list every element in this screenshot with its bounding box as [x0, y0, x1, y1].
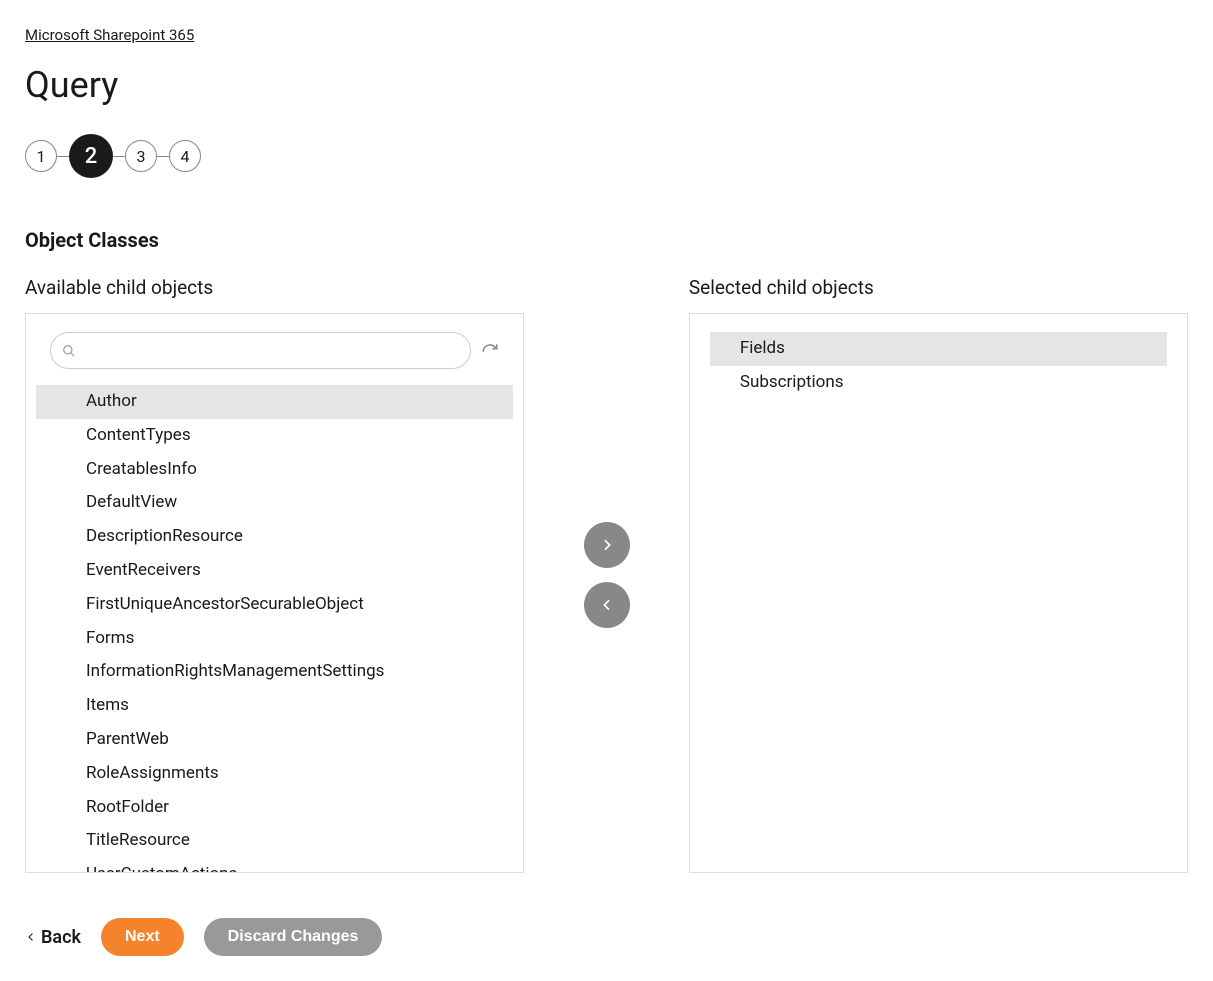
list-item[interactable]: InformationRightsManagementSettings: [36, 655, 513, 689]
list-item[interactable]: Forms: [36, 622, 513, 656]
page-title: Query: [25, 64, 1188, 106]
chevron-left-icon: [25, 931, 37, 943]
list-item[interactable]: ParentWeb: [36, 723, 513, 757]
refresh-icon[interactable]: [481, 342, 499, 360]
step-2[interactable]: 2: [69, 134, 113, 178]
selected-label: Selected child objects: [689, 276, 1188, 299]
back-label: Back: [41, 927, 81, 948]
add-button[interactable]: [584, 522, 630, 568]
step-1[interactable]: 1: [25, 140, 57, 172]
dual-list: Available child objects AuthorContentTyp…: [25, 276, 1188, 873]
next-button[interactable]: Next: [101, 918, 184, 956]
list-item[interactable]: FirstUniqueAncestorSecurableObject: [36, 588, 513, 622]
list-item[interactable]: ContentTypes: [36, 419, 513, 453]
available-items: AuthorContentTypesCreatablesInfoDefaultV…: [36, 385, 513, 873]
chevron-right-icon: [599, 537, 615, 553]
selected-list-box: FieldsSubscriptions: [689, 313, 1188, 873]
discard-button[interactable]: Discard Changes: [204, 918, 383, 956]
list-item[interactable]: Items: [36, 689, 513, 723]
list-item[interactable]: Subscriptions: [710, 366, 1167, 400]
stepper: 1234: [25, 134, 1188, 178]
list-item[interactable]: CreatablesInfo: [36, 453, 513, 487]
back-button[interactable]: Back: [25, 927, 81, 948]
available-label: Available child objects: [25, 276, 524, 299]
list-item[interactable]: RootFolder: [36, 791, 513, 825]
search-row: [36, 332, 513, 379]
search-input[interactable]: [50, 332, 471, 369]
section-heading: Object Classes: [25, 228, 1188, 252]
list-item[interactable]: UserCustomActions: [36, 858, 513, 873]
search-input-wrap: [50, 332, 471, 369]
selected-items: FieldsSubscriptions: [710, 332, 1167, 400]
selected-column: Selected child objects FieldsSubscriptio…: [689, 276, 1188, 873]
remove-button[interactable]: [584, 582, 630, 628]
list-item[interactable]: DescriptionResource: [36, 520, 513, 554]
footer: Back Next Discard Changes: [25, 918, 1188, 956]
available-column: Available child objects AuthorContentTyp…: [25, 276, 524, 873]
step-connector: [157, 156, 169, 157]
list-item[interactable]: TitleResource: [36, 824, 513, 858]
list-item[interactable]: EventReceivers: [36, 554, 513, 588]
step-connector: [57, 156, 69, 157]
transfer-controls: [524, 276, 689, 873]
available-list-box: AuthorContentTypesCreatablesInfoDefaultV…: [25, 313, 524, 873]
list-item[interactable]: Fields: [710, 332, 1167, 366]
step-4[interactable]: 4: [169, 140, 201, 172]
step-connector: [113, 156, 125, 157]
list-item[interactable]: Author: [36, 385, 513, 419]
list-item[interactable]: RoleAssignments: [36, 757, 513, 791]
chevron-left-icon: [599, 597, 615, 613]
list-item[interactable]: DefaultView: [36, 486, 513, 520]
breadcrumb-link[interactable]: Microsoft Sharepoint 365: [25, 26, 194, 44]
step-3[interactable]: 3: [125, 140, 157, 172]
search-icon: [62, 344, 76, 358]
